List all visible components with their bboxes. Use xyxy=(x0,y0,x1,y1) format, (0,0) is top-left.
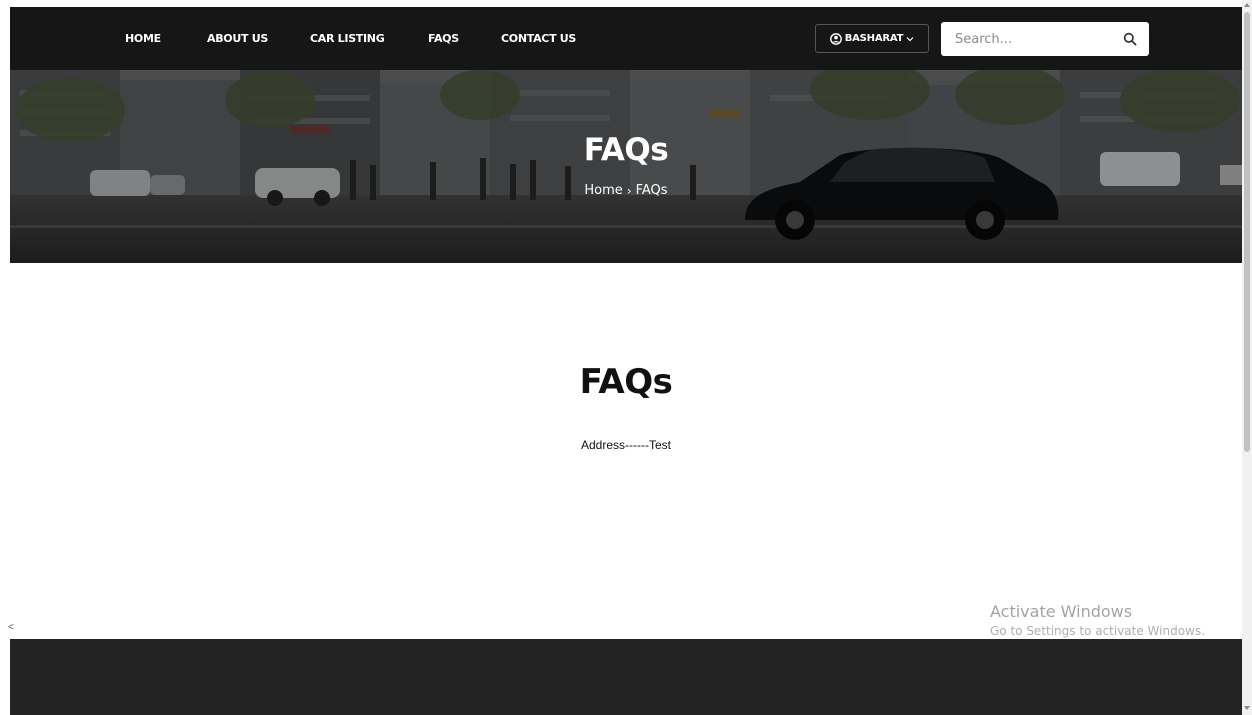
nav-faqs[interactable]: FAQS xyxy=(428,32,459,45)
hero-banner: FAQs Home › FAQs xyxy=(10,70,1242,263)
breadcrumb: Home › FAQs xyxy=(10,183,1242,198)
top-navbar: HOME ABOUT US CAR LISTING FAQS CONTACT U… xyxy=(10,7,1242,70)
breadcrumb-separator-icon: › xyxy=(626,183,632,198)
nav-contact-us[interactable]: CONTACT US xyxy=(501,32,576,45)
breadcrumb-home-link[interactable]: Home xyxy=(584,183,622,198)
scrollbar-thumb[interactable] xyxy=(1244,12,1250,452)
horizontal-scroll-left-icon[interactable]: < xyxy=(8,622,14,633)
scroll-up-icon[interactable] xyxy=(1244,3,1250,7)
watermark-title: Activate Windows xyxy=(990,602,1133,621)
breadcrumb-current: FAQs xyxy=(635,183,668,198)
nav-car-listing[interactable]: CAR LISTING xyxy=(310,32,385,45)
page-title: FAQs xyxy=(579,362,673,402)
faq-content: Address------Test xyxy=(580,438,671,452)
search-box xyxy=(941,22,1149,56)
watermark-subtitle: Go to Settings to activate Windows. xyxy=(990,624,1205,638)
user-circle-icon xyxy=(829,32,842,45)
chevron-down-icon xyxy=(906,36,914,41)
user-name: BASHARAT xyxy=(844,33,904,44)
nav-about-us[interactable]: ABOUT US xyxy=(207,32,268,45)
nav-home[interactable]: HOME xyxy=(125,32,161,45)
hero-title: FAQs xyxy=(583,132,669,168)
footer xyxy=(10,639,1242,715)
activate-windows-watermark: Activate Windows Go to Settings to activ… xyxy=(990,602,1205,638)
search-input[interactable] xyxy=(941,22,1111,56)
search-icon[interactable] xyxy=(1123,32,1137,46)
vertical-scrollbar[interactable] xyxy=(1242,0,1252,715)
scroll-down-icon[interactable] xyxy=(1244,706,1250,710)
user-menu-button[interactable]: BASHARAT xyxy=(815,24,929,53)
